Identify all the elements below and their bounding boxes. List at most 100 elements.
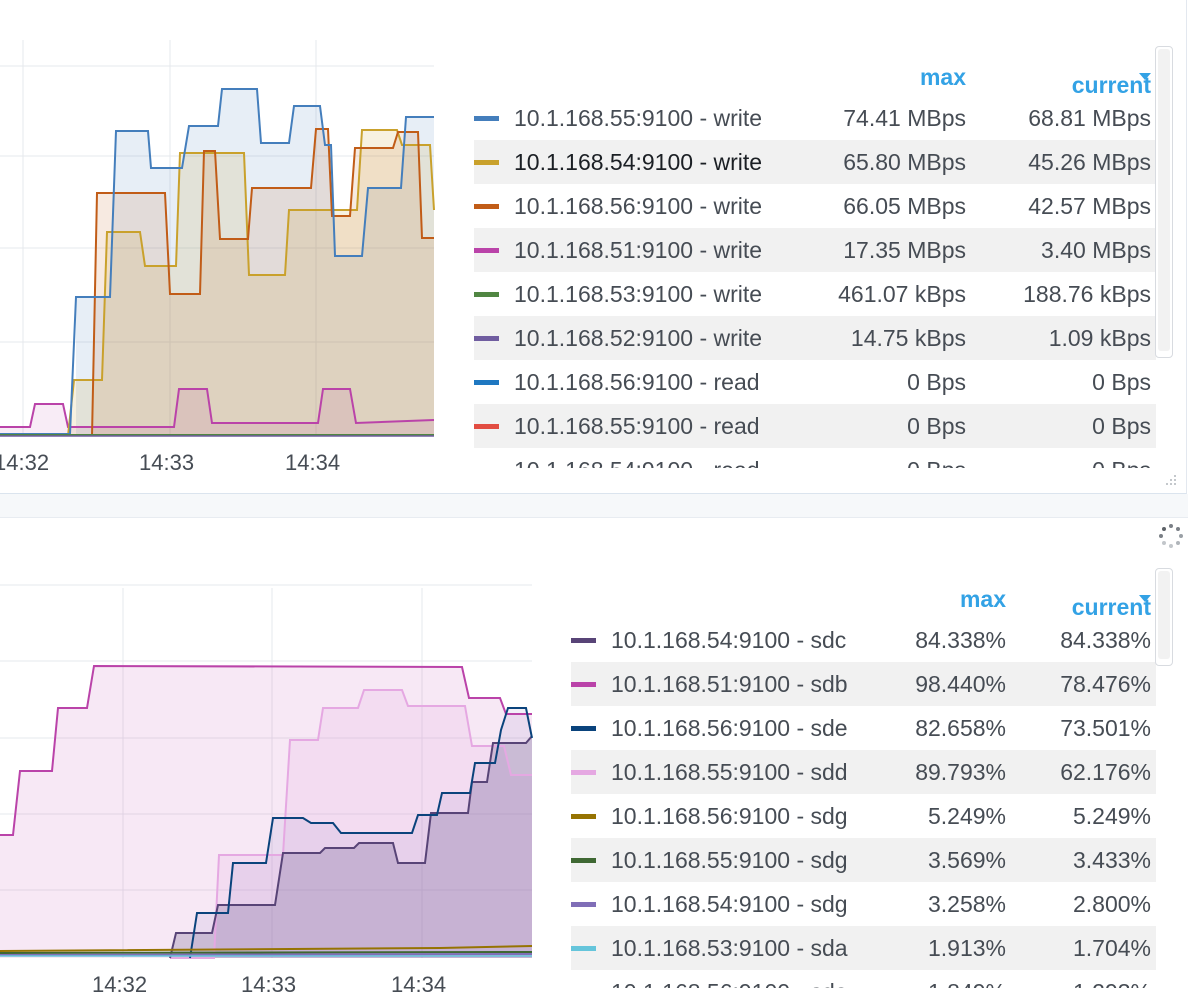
series-current-value: 3.433% xyxy=(1072,847,1151,873)
series-current-value: 1.293% xyxy=(1073,979,1151,988)
series-current-value: 0 Bps xyxy=(1092,413,1151,439)
legend-row[interactable]: 10.1.168.54:9100 - sdc 84.338% 84.338% xyxy=(571,618,1156,662)
legend-header-max[interactable]: max xyxy=(834,56,966,96)
scrollbar-thumb[interactable] xyxy=(1158,49,1170,351)
series-name[interactable]: 10.1.168.54:9100 - write xyxy=(514,149,762,176)
series-color-swatch[interactable] xyxy=(571,858,596,863)
scrollbar-thumb[interactable] xyxy=(1158,571,1170,659)
series-name[interactable]: 10.1.168.54:9100 - sdc xyxy=(611,627,846,654)
loading-spinner-icon xyxy=(1159,524,1183,548)
series-current-value: 188.76 kBps xyxy=(1023,281,1151,307)
series-color-swatch[interactable] xyxy=(571,726,596,731)
series-name[interactable]: 10.1.168.56:9100 - read xyxy=(514,369,760,396)
series-name[interactable]: 10.1.168.53:9100 - write xyxy=(514,281,762,308)
series-current-value: 84.338% xyxy=(1060,627,1151,653)
series-max-value: 1.849% xyxy=(928,979,1006,988)
series-name[interactable]: 10.1.168.56:9100 - sdg xyxy=(611,803,848,830)
series-name[interactable]: 10.1.168.53:9100 - sda xyxy=(611,935,848,962)
legend-row[interactable]: 10.1.168.55:9100 - read 0 Bps 0 Bps xyxy=(474,404,1156,448)
series-current-value: 1.704% xyxy=(1072,935,1151,961)
series-name[interactable]: 10.1.168.55:9100 - sdg xyxy=(611,847,848,874)
legend-table: max current 10.1.168.54:9100 - sdc 84.338… xyxy=(571,578,1156,988)
series-color-swatch[interactable] xyxy=(474,160,499,165)
series-max-value: 5.249% xyxy=(927,803,1006,829)
series-color-swatch[interactable] xyxy=(474,116,499,121)
x-tick-label: 14:34 xyxy=(285,450,341,475)
series-color-swatch[interactable] xyxy=(474,248,499,253)
series-max-value: 1.913% xyxy=(927,935,1006,961)
series-current-value: 1.09 kBps xyxy=(1048,325,1151,351)
series-line-low-2 xyxy=(0,951,533,954)
legend-row[interactable]: 10.1.168.55:9100 - sdd 89.793% 62.176% xyxy=(571,750,1156,794)
series-name[interactable]: 10.1.168.56:9100 - write xyxy=(514,193,762,220)
series-current-value: 68.81 MBps xyxy=(1028,105,1151,131)
legend-row[interactable]: 10.1.168.54:9100 - write 65.80 MBps 45.26 … xyxy=(474,140,1156,184)
series-max-value: 65.80 MBps xyxy=(843,149,966,175)
series-name[interactable]: 10.1.168.55:9100 - read xyxy=(514,413,760,440)
series-name[interactable]: 10.1.168.54:9100 - sdg xyxy=(611,891,848,918)
x-tick-label: 14:32 xyxy=(92,972,148,997)
series-max-value: 0 Bps xyxy=(907,457,966,468)
series-name[interactable]: 10.1.168.56:9100 - sda xyxy=(611,979,848,988)
sort-caret-icon xyxy=(1139,595,1151,603)
legend-row[interactable]: 10.1.168.51:9100 - sdb 98.440% 78.476% xyxy=(571,662,1156,706)
series-current-value: 45.26 MBps xyxy=(1028,149,1151,175)
utilization-graph[interactable] xyxy=(0,518,534,1001)
legend-row[interactable]: 10.1.168.56:9100 - sde 82.658% 73.501% xyxy=(571,706,1156,750)
series-color-swatch[interactable] xyxy=(474,424,499,429)
legend-row[interactable]: 10.1.168.53:9100 - sda 1.913% 1.704% xyxy=(571,926,1156,970)
series-max-value: 98.440% xyxy=(915,671,1006,697)
series-color-swatch[interactable] xyxy=(571,946,596,951)
series-name[interactable]: 10.1.168.51:9100 - write xyxy=(514,237,762,264)
legend-row[interactable]: 10.1.168.53:9100 - write 461.07 kBps 188.7… xyxy=(474,272,1156,316)
legend-row[interactable]: 10.1.168.56:9100 - read 0 Bps 0 Bps xyxy=(474,360,1156,404)
series-color-swatch[interactable] xyxy=(571,638,596,643)
series-color-swatch[interactable] xyxy=(571,902,596,907)
legend-row[interactable]: 10.1.168.56:9100 - sdg 5.249% 5.249% xyxy=(571,794,1156,838)
series-current-value: 5.249% xyxy=(1072,803,1151,829)
panel-gap xyxy=(0,494,1188,517)
x-tick-label: 14:33 xyxy=(139,450,195,475)
series-name[interactable]: 10.1.168.51:9100 - sdb xyxy=(611,671,848,698)
series-current-value: 2.800% xyxy=(1072,891,1151,917)
x-tick-label: 14:34 xyxy=(391,972,447,997)
legend-row[interactable]: 10.1.168.56:9100 - write 66.05 MBps 42.57 … xyxy=(474,184,1156,228)
series-color-swatch[interactable] xyxy=(474,336,499,341)
series-current-value: 3.40 MBps xyxy=(1041,237,1151,263)
series-max-value: 82.658% xyxy=(915,715,1006,741)
series-name[interactable]: 10.1.168.52:9100 - write xyxy=(514,325,762,352)
series-max-value: 3.258% xyxy=(927,891,1006,917)
legend-header-current[interactable]: current xyxy=(1011,578,1151,620)
legend-row[interactable]: 10.1.168.56:9100 - sda 1.849% 1.293% xyxy=(571,970,1156,988)
legend-header-max[interactable]: max xyxy=(896,578,1006,618)
x-tick-label: 14:33 xyxy=(241,972,297,997)
legend-scrollbar[interactable] xyxy=(1155,568,1173,666)
series-current-value: 0 Bps xyxy=(1092,457,1151,468)
legend-row[interactable]: 10.1.168.54:9100 - sdg 3.258% 2.800% xyxy=(571,882,1156,926)
disk-throughput-panel: 14:32 14:33 14:34 max current 10.1.168.5… xyxy=(0,0,1187,494)
series-name[interactable]: 10.1.168.55:9100 - write xyxy=(514,105,762,132)
legend-row[interactable]: 10.1.168.52:9100 - write 14.75 kBps 1.09 k… xyxy=(474,316,1156,360)
series-color-swatch[interactable] xyxy=(474,380,499,385)
legend-header-current[interactable]: current xyxy=(974,56,1151,98)
legend-row[interactable]: 10.1.168.51:9100 - write 17.35 MBps 3.40 M… xyxy=(474,228,1156,272)
legend-row[interactable]: 10.1.168.55:9100 - sdg 3.569% 3.433% xyxy=(571,838,1156,882)
resize-handle-icon[interactable] xyxy=(1162,475,1178,487)
legend-row[interactable]: 10.1.168.55:9100 - write 74.41 MBps 68.81 … xyxy=(474,96,1156,140)
series-color-swatch[interactable] xyxy=(474,204,499,209)
series-color-swatch[interactable] xyxy=(571,770,596,775)
series-name[interactable]: 10.1.168.54:9100 - read xyxy=(514,457,760,468)
series-current-value: 42.57 MBps xyxy=(1028,193,1151,219)
series-name[interactable]: 10.1.168.55:9100 - sdd xyxy=(611,759,848,786)
throughput-graph[interactable] xyxy=(0,0,436,493)
disk-utilization-panel: 14:32 14:33 14:34 max current 10.1.168.5… xyxy=(0,517,1188,1001)
series-max-value: 3.569% xyxy=(927,847,1006,873)
series-name[interactable]: 10.1.168.56:9100 - sde xyxy=(611,715,848,742)
series-color-swatch[interactable] xyxy=(474,292,499,297)
series-color-swatch[interactable] xyxy=(571,682,596,687)
legend-row[interactable]: 10.1.168.54:9100 - read 0 Bps 0 Bps xyxy=(474,448,1156,468)
series-max-value: 89.793% xyxy=(915,759,1006,785)
series-max-value: 66.05 MBps xyxy=(843,193,966,219)
series-color-swatch[interactable] xyxy=(571,814,596,819)
legend-scrollbar[interactable] xyxy=(1155,46,1173,358)
